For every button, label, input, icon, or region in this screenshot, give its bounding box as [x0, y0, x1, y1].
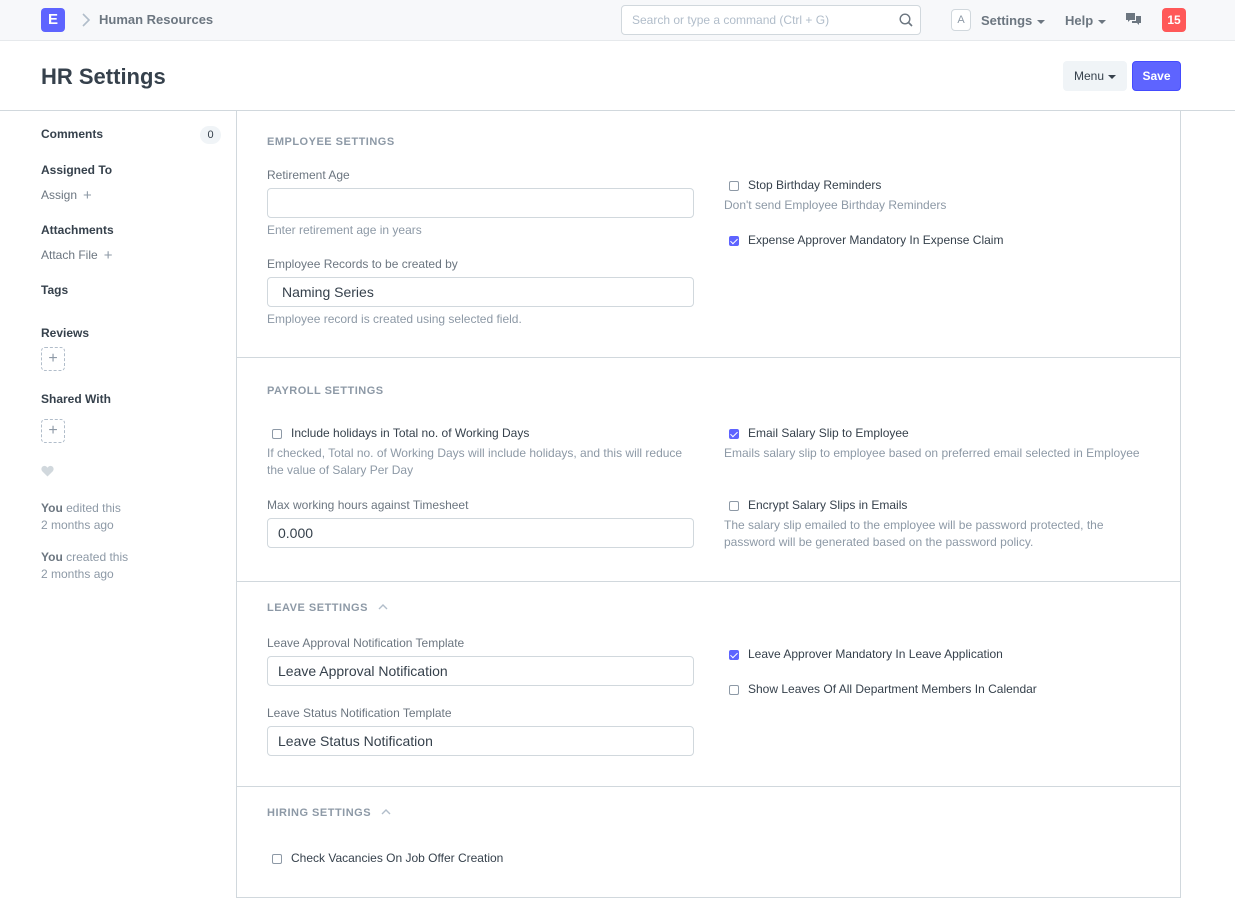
app-logo[interactable]: E — [41, 8, 65, 32]
section-heading: LEAVE SETTINGS — [267, 602, 368, 614]
encrypt-salary-slips-description: The salary slip emailed to the employee … — [724, 518, 1104, 549]
expense-approver-mandatory-label[interactable]: Expense Approver Mandatory In Expense Cl… — [748, 233, 1003, 247]
shared-with-label: Shared With — [41, 392, 111, 406]
chevron-up-icon[interactable] — [381, 808, 391, 815]
tags-label: Tags — [41, 283, 69, 297]
comments-count-badge: 0 — [200, 126, 221, 144]
settings-dropdown[interactable]: Settings — [981, 13, 1046, 28]
activity-user[interactable]: You — [41, 550, 63, 564]
save-button[interactable]: Save — [1132, 61, 1181, 91]
activity-action: edited this — [62, 501, 121, 515]
reviews-label: Reviews — [41, 326, 90, 340]
retirement-age-input[interactable] — [267, 188, 694, 218]
user-avatar[interactable]: A — [951, 9, 971, 31]
form-layout: EMPLOYEE SETTINGS Retirement Age Enter r… — [236, 111, 1181, 898]
leave-status-template-label: Leave Status Notification Template — [267, 706, 452, 720]
email-salary-slip-checkbox[interactable] — [729, 429, 739, 439]
breadcrumb-human-resources[interactable]: Human Resources — [99, 12, 213, 27]
activity-user[interactable]: You — [41, 501, 63, 515]
leave-status-template-input[interactable] — [267, 726, 694, 756]
email-salary-slip-label[interactable]: Email Salary Slip to Employee — [748, 426, 909, 440]
navbar: E Human Resources A Settings Help 15 — [0, 0, 1235, 41]
max-working-hours-input[interactable] — [267, 518, 694, 548]
page-head: HR Settings Menu Save — [0, 41, 1235, 111]
section-heading: HIRING SETTINGS — [267, 807, 372, 819]
employee-records-label: Employee Records to be created by — [267, 257, 458, 271]
employee-settings-section: EMPLOYEE SETTINGS Retirement Age Enter r… — [237, 111, 1180, 358]
leave-settings-heading[interactable]: LEAVE SETTINGS — [267, 602, 388, 614]
chevron-right-icon — [82, 13, 91, 27]
caret-down-icon — [1108, 74, 1117, 79]
leave-approver-mandatory-label[interactable]: Leave Approver Mandatory In Leave Applic… — [748, 647, 1003, 661]
notification-badge[interactable]: 15 — [1162, 8, 1186, 32]
heart-icon[interactable] — [41, 465, 54, 477]
menu-button[interactable]: Menu — [1063, 61, 1127, 91]
page-title: HR Settings — [41, 64, 166, 89]
attachments-label: Attachments — [41, 223, 114, 237]
retirement-age-description: Enter retirement age in years — [267, 223, 422, 237]
activity-action: created this — [62, 550, 129, 564]
assign-link[interactable]: Assign + — [41, 187, 92, 204]
comments-label[interactable]: Comments — [41, 127, 103, 141]
stop-birthday-reminders-checkbox[interactable] — [729, 181, 739, 191]
settings-dropdown-label: Settings — [981, 13, 1033, 28]
search-input[interactable] — [632, 6, 892, 34]
show-leaves-all-members-checkbox[interactable] — [729, 685, 739, 695]
show-leaves-all-members-label[interactable]: Show Leaves Of All Department Members In… — [748, 682, 1037, 696]
chevron-up-icon[interactable] — [378, 603, 388, 610]
activity-item: You edited this 2 months ago — [41, 500, 121, 534]
leave-approval-template-label: Leave Approval Notification Template — [267, 636, 465, 650]
include-holidays-description: If checked, Total no. of Working Days wi… — [267, 446, 683, 477]
employee-records-description: Employee record is created using selecte… — [267, 312, 522, 326]
help-dropdown-label: Help — [1065, 13, 1094, 28]
section-heading: EMPLOYEE SETTINGS — [267, 136, 395, 148]
check-vacancies-checkbox[interactable] — [272, 854, 282, 864]
include-holidays-label[interactable]: Include holidays in Total no. of Working… — [291, 426, 529, 440]
employee-records-select[interactable] — [267, 277, 694, 307]
encrypt-salary-slips-label[interactable]: Encrypt Salary Slips in Emails — [748, 498, 907, 512]
search-icon[interactable] — [898, 12, 914, 28]
plus-icon: + — [103, 247, 113, 264]
add-share-button[interactable]: + — [41, 419, 65, 443]
email-salary-slip-description: Emails salary slip to employee based on … — [724, 446, 1140, 460]
max-working-hours-label: Max working hours against Timesheet — [267, 498, 469, 512]
section-heading: PAYROLL SETTINGS — [267, 385, 384, 397]
leave-settings-section: LEAVE SETTINGS Leave Approval Notificati… — [237, 582, 1180, 787]
activity-time: 2 months ago — [41, 518, 114, 532]
help-dropdown[interactable]: Help — [1065, 13, 1107, 28]
check-vacancies-label[interactable]: Check Vacancies On Job Offer Creation — [291, 851, 503, 865]
attach-file-link-label: Attach File — [41, 248, 98, 262]
plus-icon: + — [83, 187, 92, 204]
payroll-settings-section: PAYROLL SETTINGS Include holidays in Tot… — [237, 358, 1180, 582]
encrypt-salary-slips-checkbox[interactable] — [729, 501, 739, 511]
include-holidays-checkbox[interactable] — [272, 429, 282, 439]
assigned-to-label: Assigned To — [41, 163, 113, 177]
menu-button-label: Menu — [1073, 69, 1105, 83]
attach-file-link[interactable]: Attach File + — [41, 247, 112, 264]
form-sidebar: Comments 0 Assigned To Assign + Attachmen… — [0, 111, 236, 901]
search-box[interactable] — [621, 5, 921, 35]
stop-birthday-reminders-label[interactable]: Stop Birthday Reminders — [748, 178, 881, 192]
leave-approval-template-input[interactable] — [267, 656, 694, 686]
chat-icon[interactable] — [1126, 12, 1141, 27]
assign-link-label: Assign — [41, 188, 78, 202]
caret-down-icon — [1098, 19, 1107, 24]
hiring-settings-section: HIRING SETTINGS Check Vacancies On Job O… — [237, 787, 1180, 897]
expense-approver-mandatory-checkbox[interactable] — [729, 236, 739, 246]
retirement-age-label: Retirement Age — [267, 168, 350, 182]
activity-item: You created this 2 months ago — [41, 549, 128, 583]
activity-time: 2 months ago — [41, 567, 114, 581]
hiring-settings-heading[interactable]: HIRING SETTINGS — [267, 807, 391, 819]
stop-birthday-reminders-description: Don't send Employee Birthday Reminders — [724, 198, 947, 212]
leave-approver-mandatory-checkbox[interactable] — [729, 650, 739, 660]
add-review-button[interactable]: + — [41, 347, 65, 371]
caret-down-icon — [1037, 19, 1046, 24]
